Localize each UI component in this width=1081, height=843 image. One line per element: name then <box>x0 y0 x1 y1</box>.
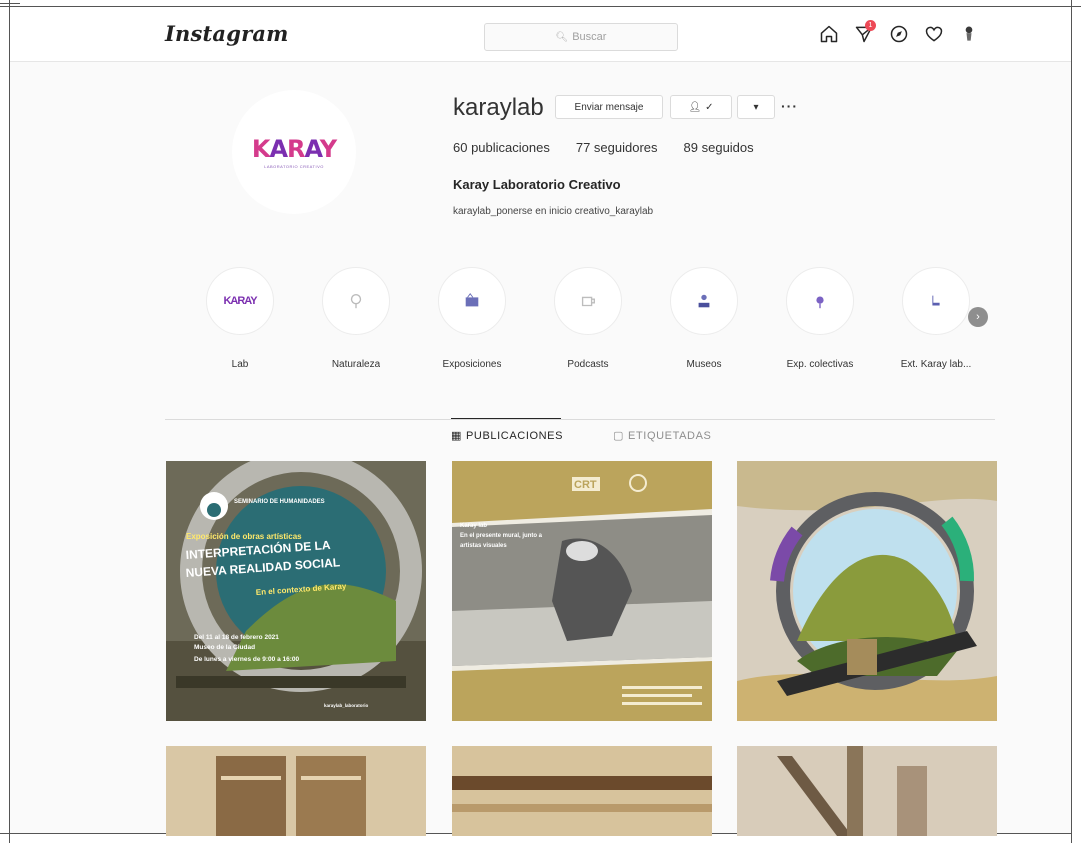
following-check: ✓ <box>705 101 714 113</box>
post-image: SEMINARIO DE HUMANIDADES Exposición de o… <box>166 461 426 721</box>
karay-mini-logo: KARAY <box>223 295 257 307</box>
post-image <box>166 746 426 836</box>
highlight-cover <box>438 267 506 335</box>
active-tab-indicator <box>451 418 561 419</box>
notification-badge: 1 <box>865 20 876 31</box>
search-icon: 🔍︎ <box>555 31 569 43</box>
mug-icon <box>581 296 595 307</box>
post-caption-3: artistas visuales <box>460 543 507 549</box>
following-count[interactable]: 89 seguidos <box>684 140 754 155</box>
post-place: Museo de la Ciudad <box>194 644 255 651</box>
post-footer: karaylab_laboratorio <box>324 703 369 708</box>
grid-icon: ▦ <box>451 430 462 442</box>
profile-username: karaylab <box>453 94 544 121</box>
posts-count: 60 publicaciones <box>453 140 550 155</box>
post-caption-1: Karay lab <box>460 523 487 529</box>
highlight-label: Museos <box>686 359 722 370</box>
tab-tagged[interactable]: ▢ ETIQUETADAS <box>613 429 712 443</box>
highlights-next-button[interactable]: › <box>968 307 988 327</box>
hand-icon <box>932 295 940 306</box>
profile-tabs: ▦ PUBLICACIONES ▢ ETIQUETADAS <box>451 429 712 443</box>
search-placeholder: Buscar <box>572 31 607 43</box>
home-icon[interactable] <box>818 23 840 45</box>
search-input[interactable]: 🔍︎ Buscar <box>484 23 678 51</box>
post-tile[interactable] <box>737 461 997 721</box>
highlight-item[interactable]: Ext. Karay lab... <box>901 267 971 370</box>
highlight-label: Ext. Karay lab... <box>900 359 972 370</box>
post-tile[interactable] <box>452 746 712 836</box>
highlight-label: Lab <box>231 359 249 370</box>
highlight-item[interactable]: Naturaleza <box>321 267 391 370</box>
window-corner-mark <box>0 3 20 4</box>
post-date: Del 11 al 18 de febrero 2021 <box>194 634 279 641</box>
flower-icon <box>816 296 824 309</box>
highlight-cover <box>554 267 622 335</box>
post-caption-2: En el presente mural, junto a <box>460 533 543 539</box>
tab-posts[interactable]: ▦ PUBLICACIONES <box>451 429 564 443</box>
highlight-label: Podcasts <box>567 359 609 370</box>
highlight-cover <box>786 267 854 335</box>
suggested-accounts-button[interactable]: ▾ <box>737 95 775 119</box>
profile-avatar-icon[interactable] <box>958 23 980 45</box>
karay-logo: KARAY <box>251 135 337 163</box>
highlight-label: Exp. colectivas <box>786 359 854 370</box>
profile-full-name: Karay Laboratorio Creativo <box>453 177 621 192</box>
instagram-logo[interactable]: Instagram <box>165 21 289 46</box>
highlight-item[interactable]: Exposiciones <box>437 267 507 370</box>
highlight-cover <box>670 267 738 335</box>
post-image: CRT Karay lab En el presente mural, junt… <box>452 461 712 721</box>
followers-count[interactable]: 77 seguidores <box>576 140 658 155</box>
explore-icon[interactable] <box>888 23 910 45</box>
tab-posts-label: PUBLICACIONES <box>466 429 564 442</box>
tabs-divider <box>165 419 995 420</box>
highlight-cover <box>902 267 970 335</box>
tab-tagged-label: ETIQUETADAS <box>628 429 712 442</box>
avatar-caption: LABORATORIO CREATIVO <box>264 164 324 169</box>
highlight-cover <box>322 267 390 335</box>
more-options-icon[interactable]: ··· <box>781 98 798 114</box>
highlight-label: Naturaleza <box>331 359 381 370</box>
post-image <box>737 746 997 836</box>
post-kicker: Exposición de obras artísticas <box>186 532 302 541</box>
highlight-item[interactable]: KARAY Lab <box>205 267 275 370</box>
send-message-button[interactable]: Enviar mensaje <box>555 95 663 119</box>
museum-icon <box>698 294 710 308</box>
post-tile[interactable]: CRT Karay lab En el presente mural, junt… <box>452 461 712 721</box>
highlight-cover: KARAY <box>206 267 274 335</box>
chevron-down-icon: ▾ <box>753 101 759 113</box>
post-image <box>452 746 712 836</box>
user-icon: 👤︎ <box>688 101 702 113</box>
tag-icon: ▢ <box>613 430 625 442</box>
activity-heart-icon[interactable] <box>923 23 945 45</box>
following-button[interactable]: 👤︎ ✓ <box>670 95 732 119</box>
direct-messages-icon[interactable]: 1 <box>853 20 876 45</box>
post-tile[interactable] <box>737 746 997 836</box>
window-top-edge <box>0 0 1081 7</box>
nav-icons: 1 <box>818 20 980 45</box>
story-highlights: KARAY Lab Naturaleza Exposiciones Podcas… <box>205 267 971 370</box>
post-hours: De lunes a viernes de 9:00 a 16:00 <box>194 656 300 663</box>
highlight-label: Exposiciones <box>442 359 502 370</box>
post-image <box>737 461 997 721</box>
profile-stats: 60 publicaciones 77 seguidores 89 seguid… <box>453 140 754 155</box>
window-right-edge <box>1071 0 1072 843</box>
profile-page: KARAY LABORATORIO CREATIVO karaylab Envi… <box>10 62 1071 836</box>
post-tile[interactable] <box>166 746 426 836</box>
post-tile[interactable]: SEMINARIO DE HUMANIDADES Exposición de o… <box>166 461 426 721</box>
profile-bio: karaylab_ponerse en inicio creativo_kara… <box>453 206 654 217</box>
top-navigation-bar: Instagram 🔍︎ Buscar 1 <box>10 7 1071 62</box>
highlight-item[interactable]: Podcasts <box>553 267 623 370</box>
post-header: CRT <box>574 479 597 491</box>
highlight-item[interactable]: Museos <box>669 267 739 370</box>
post-header: SEMINARIO DE HUMANIDADES <box>234 499 325 505</box>
plant-icon <box>350 294 362 309</box>
highlight-item[interactable]: Exp. colectivas <box>785 267 855 370</box>
gallery-icon <box>465 293 479 307</box>
profile-avatar[interactable]: KARAY LABORATORIO CREATIVO <box>232 90 356 214</box>
